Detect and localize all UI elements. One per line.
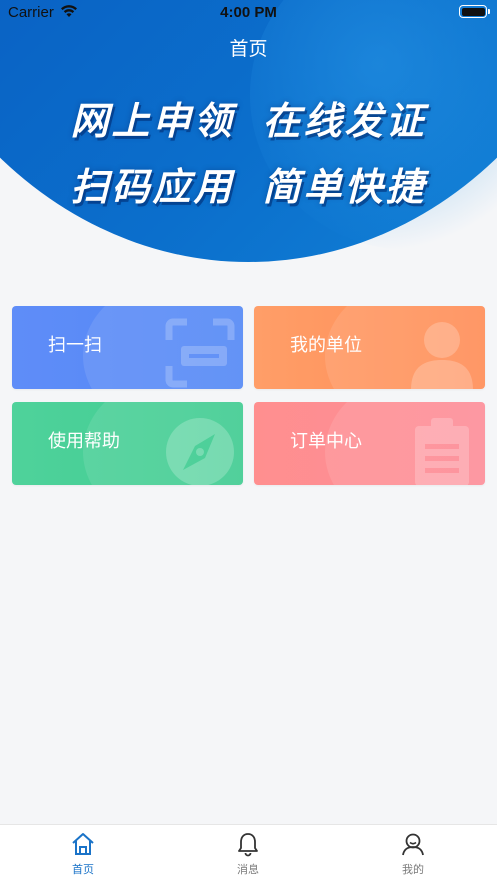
slogan-text: 在线发证 bbox=[262, 99, 427, 143]
help-card[interactable]: 使用帮助 bbox=[12, 402, 243, 485]
clock: 4:00 PM bbox=[220, 4, 277, 21]
tab-home-label: 首页 bbox=[72, 863, 94, 876]
scan-card[interactable]: 扫一扫 bbox=[12, 306, 243, 389]
order-center-card-label: 订单中心 bbox=[290, 431, 362, 452]
status-bar: Carrier 4:00 PM bbox=[0, 0, 497, 26]
order-center-card[interactable]: 订单中心 bbox=[254, 402, 485, 485]
my-unit-card-label: 我的单位 bbox=[290, 335, 362, 356]
tab-home[interactable]: 首页 bbox=[43, 831, 123, 877]
slogan-line-2: 扫码应用 简单快捷 bbox=[0, 156, 497, 211]
tab-mine-label: 我的 bbox=[402, 863, 424, 876]
help-card-label: 使用帮助 bbox=[48, 431, 120, 452]
battery-icon bbox=[459, 5, 490, 18]
scan-icon bbox=[165, 318, 235, 388]
slogan-line-1: 网上申领 在线发证 bbox=[0, 90, 497, 145]
header-banner: Carrier 4:00 PM 首页 网上申领 在线发证 扫码应用 简单快捷 bbox=[0, 0, 497, 262]
tab-messages-label: 消息 bbox=[237, 863, 259, 876]
tab-bar: 首页 消息 我的 bbox=[0, 824, 497, 883]
compass-icon bbox=[166, 418, 234, 485]
bell-icon bbox=[238, 833, 258, 857]
home-icon bbox=[72, 833, 94, 855]
user-icon bbox=[411, 322, 473, 389]
slogan-text: 扫码应用 bbox=[70, 165, 235, 209]
tab-mine[interactable]: 我的 bbox=[373, 831, 453, 877]
slogan-text: 简单快捷 bbox=[262, 165, 427, 209]
page-title: 首页 bbox=[229, 38, 268, 60]
my-unit-card[interactable]: 我的单位 bbox=[254, 306, 485, 389]
profile-icon bbox=[402, 833, 424, 856]
scan-card-label: 扫一扫 bbox=[48, 335, 102, 356]
clipboard-icon bbox=[415, 418, 469, 485]
slogan-text: 网上申领 bbox=[70, 99, 235, 143]
tab-messages[interactable]: 消息 bbox=[208, 831, 288, 877]
